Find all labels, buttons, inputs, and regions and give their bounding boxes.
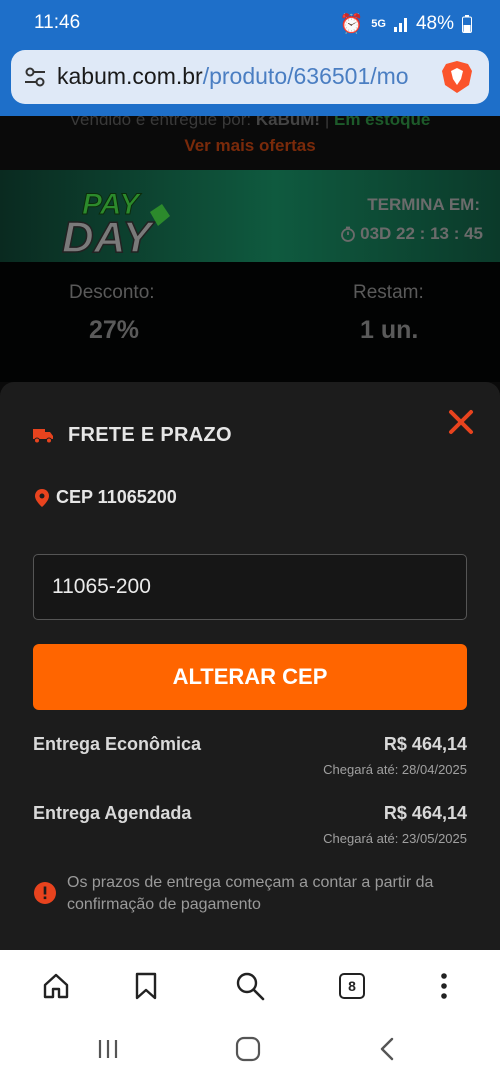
sold-by-line: Vendido e entregue por: KaBuM! | Em esto… — [0, 116, 500, 130]
url-text[interactable]: kabum.com.br/produto/636501/mo — [57, 63, 427, 90]
payday-logo: PAY DAY — [62, 188, 170, 258]
browser-bottom-bar: 8 — [0, 950, 500, 1020]
sheet-title: FRETE E PRAZO — [68, 424, 232, 446]
truck-icon — [33, 429, 53, 443]
payday-banner: PAY DAY TERMINA EM: 03D 22 : 13 : 45 — [0, 170, 500, 262]
address-bar[interactable]: kabum.com.br/produto/636501/mo — [11, 50, 489, 104]
more-vert-icon — [441, 973, 447, 999]
product-page: Vendido e entregue por: KaBuM! | Em esto… — [0, 116, 500, 950]
shipping-option-name: Entrega Agendada — [33, 803, 192, 823]
recents-icon[interactable] — [93, 1034, 123, 1064]
bookmark-icon — [135, 972, 157, 1000]
status-icons: ⏰ 5G 48% — [340, 12, 472, 36]
battery-icon — [462, 15, 472, 33]
shipping-option-name: Entrega Econômica — [33, 734, 202, 754]
network-label: 5G — [371, 18, 386, 30]
browser-toolbar: kabum.com.br/produto/636501/mo — [0, 48, 500, 116]
search-icon — [236, 972, 265, 1001]
tabs-button[interactable]: 8 — [334, 968, 370, 1004]
shipping-option-eta: Chegará até: 28/04/2025 — [323, 762, 467, 777]
alert-icon — [34, 882, 56, 904]
battery-percent: 48% — [415, 13, 454, 34]
tab-count: 8 — [339, 973, 365, 999]
delivery-notice: Os prazos de entrega começam a contar a … — [67, 874, 434, 913]
discount-value: 27% — [89, 316, 140, 344]
stock-status: Em estoque — [333, 116, 431, 129]
home-button[interactable] — [38, 968, 74, 1004]
signal-icon — [393, 18, 407, 32]
system-navigation-bar — [0, 1020, 500, 1083]
seller-name: KaBuM! — [255, 116, 321, 129]
alter-cep-button[interactable]: ALTERAR CEP — [33, 644, 467, 710]
shipping-option-price: R$ 464,14 — [383, 803, 467, 823]
countdown: 03D 22 : 13 : 45 — [340, 224, 483, 244]
shipping-sheet: FRETE E PRAZO CEP 11065200 ALTERAR CEP E… — [0, 382, 500, 950]
url-path: /produto/636501/mo — [202, 63, 409, 89]
ends-in-label: TERMINA EM: — [367, 195, 480, 214]
timer-icon — [341, 226, 356, 242]
more-menu-button[interactable] — [426, 968, 462, 1004]
site-settings-icon[interactable] — [23, 65, 47, 89]
search-button[interactable] — [232, 968, 268, 1004]
discount-label: Desconto: — [69, 282, 155, 303]
separator: | — [324, 116, 330, 129]
brave-shield-icon[interactable] — [439, 59, 475, 95]
current-cep-label: CEP 11065200 — [56, 487, 177, 507]
promo-stats: Desconto: 27% Restam: 1 un. — [0, 262, 500, 382]
remaining-label: Restam: — [353, 282, 424, 303]
more-offers-link[interactable]: Ver mais ofertas — [0, 136, 500, 156]
shipping-option-price: R$ 464,14 — [383, 734, 467, 754]
back-icon[interactable] — [373, 1034, 403, 1064]
bookmark-button[interactable] — [128, 968, 164, 1004]
payday-logo-line2: DAY — [62, 213, 155, 258]
remaining-value: 1 un. — [360, 316, 419, 344]
cep-input[interactable] — [33, 554, 467, 620]
status-bar: 11:46 ⏰ 5G 48% — [0, 0, 500, 48]
shipping-option-eta: Chegará até: 23/05/2025 — [323, 831, 467, 846]
countdown-value: 03D 22 : 13 : 45 — [360, 224, 483, 243]
status-time: 11:46 — [34, 12, 81, 33]
sold-by-prefix: Vendido e entregue por: — [69, 116, 252, 129]
close-icon[interactable] — [448, 409, 474, 435]
payday-gem-icon — [150, 204, 170, 226]
home-icon — [43, 973, 69, 999]
location-pin-icon — [35, 489, 49, 507]
alarm-icon: ⏰ — [339, 14, 364, 35]
url-domain: kabum.com.br — [57, 63, 203, 89]
home-circle-icon[interactable] — [233, 1034, 263, 1064]
